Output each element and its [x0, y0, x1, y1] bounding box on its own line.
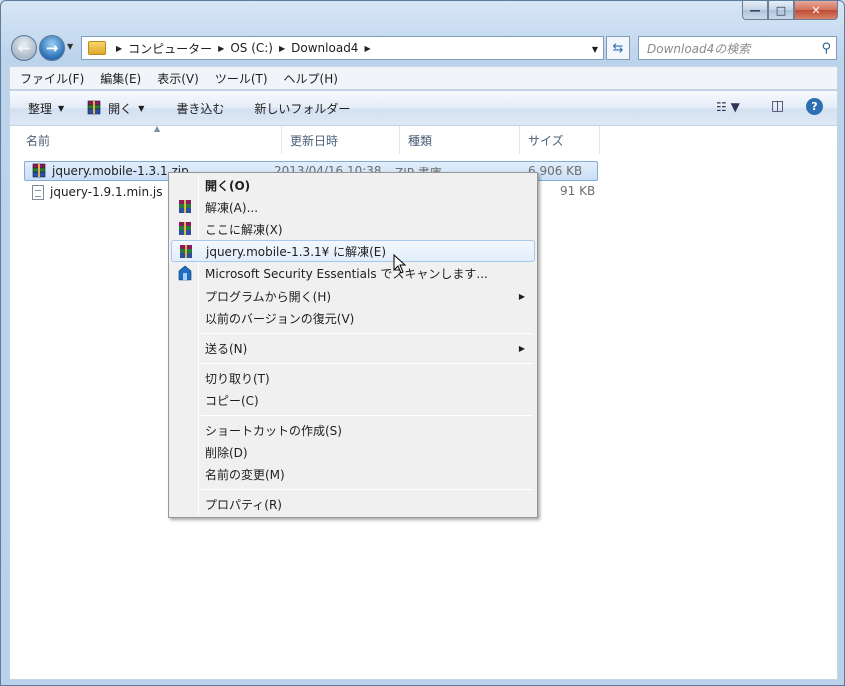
open-button[interactable]: 開く ▼	[86, 100, 144, 117]
recent-pages-dropdown-icon[interactable]: ▼	[67, 42, 73, 51]
menu-separator	[201, 363, 533, 364]
menu-item-create-shortcut[interactable]: ショートカットの作成(S)	[171, 419, 535, 441]
menu-item-cut[interactable]: 切り取り(T)	[171, 367, 535, 389]
file-size: 91 KB	[560, 184, 596, 198]
view-options-icon[interactable]: ☷ ▼	[716, 100, 740, 114]
submenu-arrow-icon: ▶	[518, 343, 525, 353]
forward-button[interactable]: →	[39, 35, 65, 61]
chevron-right-icon[interactable]: ▶	[364, 44, 370, 53]
menu-bar: ファイル(F) 編集(E) 表示(V) ツール(T) ヘルプ(H)	[9, 66, 838, 90]
chevron-right-icon[interactable]: ▶	[279, 44, 285, 53]
menu-item-open[interactable]: 開く(O)	[171, 174, 535, 196]
navigation-bar: ← → ▼ ▶ コンピューター ▶ OS (C:) ▶ Download4 ▶ …	[9, 33, 837, 61]
menu-item-label: コピー(C)	[205, 393, 259, 408]
preview-pane-icon[interactable]: ◫	[771, 98, 784, 114]
chevron-right-icon[interactable]: ▶	[116, 44, 122, 53]
menu-item-label: 名前の変更(M)	[205, 467, 285, 482]
menu-edit[interactable]: 編集(E)	[100, 70, 141, 87]
file-name: jquery-1.9.1.min.js	[50, 185, 163, 199]
column-type[interactable]: 種類	[400, 126, 520, 154]
menu-item-extract-to-folder[interactable]: jquery.mobile-1.3.1¥ に解凍(E)	[171, 240, 535, 262]
script-file-icon	[32, 184, 44, 200]
context-menu: 開く(O) 解凍(A)... ここに解凍(X) jquery.mobile-1.…	[168, 172, 538, 518]
menu-item-extract[interactable]: 解凍(A)...	[171, 196, 535, 218]
search-input[interactable]: Download4の検索	[647, 40, 821, 57]
column-date[interactable]: 更新日時	[282, 126, 400, 154]
address-dropdown-icon[interactable]: ▼	[592, 45, 598, 54]
menu-separator	[201, 415, 533, 416]
folder-icon	[88, 41, 106, 55]
menu-item-label: Microsoft Security Essentials でスキャンします..…	[205, 266, 488, 281]
winrar-icon	[87, 100, 101, 115]
winrar-archive-icon	[32, 163, 46, 178]
menu-item-label: 削除(D)	[205, 445, 248, 460]
new-folder-button[interactable]: 新しいフォルダー	[254, 100, 350, 117]
burn-button[interactable]: 書き込む	[176, 100, 224, 117]
winrar-icon	[180, 245, 192, 258]
command-bar: 整理 ▼ 開く ▼ 書き込む 新しいフォルダー ☷ ▼ ◫ ?	[9, 91, 838, 125]
menu-item-extract-here[interactable]: ここに解凍(X)	[171, 218, 535, 240]
menu-item-mse-scan[interactable]: Microsoft Security Essentials でスキャンします..…	[171, 262, 535, 284]
breadcrumb-folder[interactable]: Download4	[291, 41, 358, 55]
security-essentials-icon	[178, 265, 192, 281]
menu-item-label: 以前のバージョンの復元(V)	[205, 311, 355, 326]
chevron-down-icon: ▼	[58, 103, 65, 113]
winrar-icon	[179, 222, 191, 235]
breadcrumb-computer[interactable]: コンピューター	[128, 40, 212, 57]
menu-item-label: ショートカットの作成(S)	[205, 423, 342, 438]
menu-item-send-to[interactable]: 送る(N) ▶	[171, 337, 535, 359]
menu-item-copy[interactable]: コピー(C)	[171, 389, 535, 411]
menu-help[interactable]: ヘルプ(H)	[284, 70, 338, 87]
search-icon[interactable]: ⚲	[821, 41, 831, 56]
explorer-window: — □ ✕ ← → ▼ ▶ コンピューター ▶ OS (C:) ▶ Downlo…	[0, 0, 845, 686]
mouse-cursor-icon	[393, 254, 407, 274]
chevron-right-icon[interactable]: ▶	[218, 44, 224, 53]
menu-view[interactable]: 表示(V)	[157, 70, 199, 87]
help-icon[interactable]: ?	[806, 98, 823, 115]
menu-separator	[201, 489, 533, 490]
organize-button[interactable]: 整理 ▼	[28, 100, 64, 117]
menu-item-label: 送る(N)	[205, 341, 248, 356]
menu-item-properties[interactable]: プロパティ(R)	[171, 493, 535, 515]
menu-item-label: ここに解凍(X)	[205, 222, 283, 237]
title-buttons: — □ ✕	[742, 1, 838, 20]
menu-item-label: 切り取り(T)	[205, 371, 270, 386]
menu-item-label: プログラムから開く(H)	[205, 289, 332, 304]
column-name[interactable]: 名前 ▲	[18, 124, 282, 154]
maximize-button[interactable]: □	[768, 1, 794, 20]
menu-tools[interactable]: ツール(T)	[215, 70, 268, 87]
menu-separator	[201, 333, 533, 334]
menu-item-delete[interactable]: 削除(D)	[171, 441, 535, 463]
close-button[interactable]: ✕	[794, 1, 838, 20]
menu-item-label: プロパティ(R)	[205, 497, 282, 512]
menu-item-restore-previous[interactable]: 以前のバージョンの復元(V)	[171, 307, 535, 329]
menu-item-rename[interactable]: 名前の変更(M)	[171, 463, 535, 485]
menu-item-label: 解凍(A)...	[205, 200, 259, 215]
search-box[interactable]: Download4の検索 ⚲	[638, 36, 837, 60]
winrar-icon	[179, 200, 191, 213]
sort-ascending-icon: ▲	[154, 124, 161, 133]
chevron-down-icon: ▼	[138, 103, 145, 113]
address-bar[interactable]: ▶ コンピューター ▶ OS (C:) ▶ Download4 ▶ ▼	[81, 36, 604, 60]
column-name-label: 名前	[26, 133, 51, 148]
menu-item-label: 開く(O)	[205, 178, 251, 193]
refresh-button[interactable]: ⇆	[606, 36, 630, 60]
menu-item-label: jquery.mobile-1.3.1¥ に解凍(E)	[206, 244, 387, 259]
open-label: 開く	[108, 101, 133, 116]
back-button[interactable]: ←	[11, 35, 37, 61]
menu-file[interactable]: ファイル(F)	[20, 70, 84, 87]
breadcrumb-drive[interactable]: OS (C:)	[230, 41, 273, 55]
menu-item-open-with[interactable]: プログラムから開く(H) ▶	[171, 285, 535, 307]
minimize-button[interactable]: —	[742, 1, 768, 20]
submenu-arrow-icon: ▶	[518, 291, 525, 301]
organize-label: 整理	[28, 101, 53, 116]
column-size[interactable]: サイズ	[520, 126, 600, 154]
